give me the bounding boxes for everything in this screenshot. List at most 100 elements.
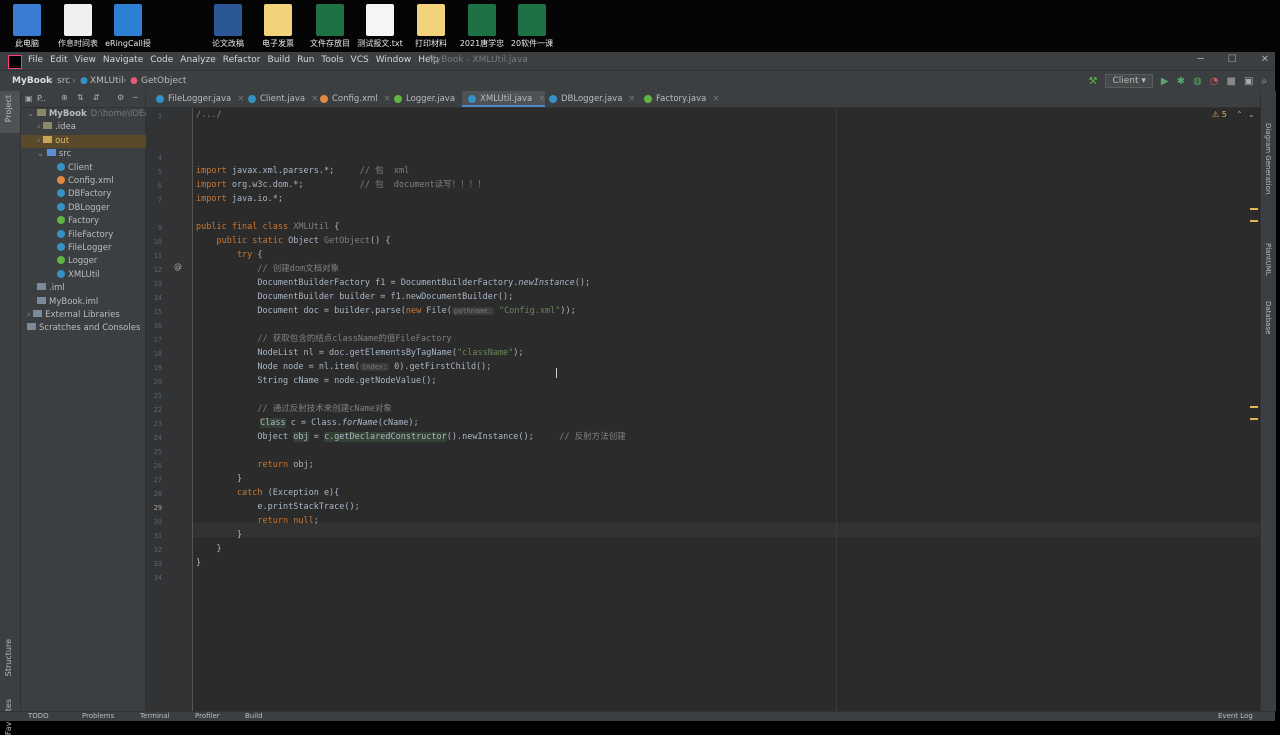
tab-client-java[interactable]: Client.java × [242,91,318,107]
tab-xmlutil-java[interactable]: XMLUtil.java × [462,91,546,107]
project-view-select[interactable]: P.. [37,94,46,103]
tree-item[interactable]: .iml [37,282,65,295]
code-line[interactable]: catch (Exception e){ [196,486,339,500]
desktop-shortcut[interactable]: 论文改稿 [203,4,253,50]
tree-item[interactable]: › .idea [37,121,76,134]
scroll-marker[interactable] [1250,220,1258,222]
scroll-marker[interactable] [1250,406,1258,408]
tree-item[interactable]: Factory [57,215,99,228]
code-line[interactable]: public static Object GetObject() { [196,234,390,248]
tool-tab-project[interactable]: Project [4,95,13,122]
warnings-indicator[interactable]: ⚠ 5 [1212,110,1227,119]
code-line[interactable]: return null; [196,514,318,528]
desktop-shortcut[interactable]: 2021唐学忠 [457,4,507,50]
menu-vcs[interactable]: VCS [351,55,369,65]
code-line[interactable]: import javax.xml.parsers.*; // 包 xml [196,164,409,178]
project-structure-icon[interactable]: ▣ [1244,76,1253,87]
desktop-shortcut[interactable]: 打印材料 [406,4,456,50]
tab-dblogger-java[interactable]: DBLogger.java × [543,91,636,107]
run-config-select[interactable]: Client ▾ [1105,74,1153,88]
menu-analyze[interactable]: Analyze [180,55,215,65]
code-line[interactable]: Document doc = builder.parse(new File(pa… [196,304,575,318]
breadcrumb-method[interactable]: GetObject [141,76,186,86]
menu-tools[interactable]: Tools [321,55,343,65]
code-line[interactable]: } [196,528,242,542]
search-icon[interactable]: ⌕ [1261,76,1267,87]
debug-icon[interactable]: ✱ [1177,76,1185,87]
menu-file[interactable]: File [28,55,43,65]
tree-item[interactable]: FileLogger [57,242,112,255]
prev-highlight-icon[interactable]: ⌃ [1236,110,1243,119]
desktop-shortcut[interactable]: 此电脑 [2,4,52,50]
tree-item[interactable]: › External Libraries [27,309,120,322]
breadcrumb-folder[interactable]: src [57,76,70,86]
tree-item[interactable]: XMLUtil [57,269,100,282]
hide-panel-icon[interactable]: ─ [133,93,138,102]
close-icon[interactable]: ✕ [1261,54,1269,65]
tool-tab-event-log[interactable]: Event Log [1218,712,1253,720]
tree-item[interactable]: Scratches and Consoles [27,322,140,335]
expand-all-icon[interactable]: ⇵ [93,93,100,102]
desktop-shortcut[interactable]: 电子发票 [253,4,303,50]
tree-item[interactable]: FileFactory [57,229,113,242]
coverage-icon[interactable]: ◍ [1193,76,1202,87]
tab-config-xml[interactable]: Config.xml × [314,91,391,107]
code-line[interactable]: NodeList nl = doc.getElementsByTagName("… [196,346,523,360]
gear-icon[interactable]: ⚙ [117,93,124,102]
tree-item[interactable]: DBFactory [57,188,111,201]
menu-run[interactable]: Run [297,55,314,65]
minimize-icon[interactable]: ─ [1198,54,1204,65]
code-line[interactable]: /.../ [196,108,222,122]
profile-icon[interactable]: ◔ [1210,76,1219,87]
menu-edit[interactable]: Edit [50,55,67,65]
tool-tab-structure[interactable]: Structure [4,639,13,676]
tool-tab-plantuml[interactable]: PlantUML [1264,243,1272,276]
code-line[interactable]: return obj; [196,458,313,472]
code-line[interactable]: Object obj = c.getDeclaredConstructor().… [196,430,626,444]
tool-tab-terminal[interactable]: Terminal [140,712,170,720]
desktop-shortcut[interactable]: 测试报文.txt [355,4,405,50]
collapse-all-icon[interactable]: ⇅ [77,93,84,102]
menu-code[interactable]: Code [150,55,173,65]
close-tab-icon[interactable]: × [628,94,635,104]
tree-item[interactable]: ⌄ MyBook D:\home\IDEA\ [27,108,153,121]
menu-build[interactable]: Build [268,55,291,65]
scroll-marker[interactable] [1250,208,1258,210]
tree-item[interactable]: DBLogger [57,202,110,215]
desktop-shortcut[interactable]: 文件存放目 [305,4,355,50]
code-line[interactable]: public final class XMLUtil { [196,220,339,234]
code-line[interactable]: } [196,472,242,486]
tool-tab-build[interactable]: Build [245,712,263,720]
menu-refactor[interactable]: Refactor [223,55,261,65]
tab-filelogger-java[interactable]: FileLogger.java × [150,91,244,107]
scroll-marker[interactable] [1250,418,1258,420]
tab-factory-java[interactable]: Factory.java × [638,91,719,107]
tree-item[interactable]: MyBook.iml [37,296,98,309]
tab-logger-java[interactable]: Logger.java× [388,91,468,107]
tree-item[interactable]: Logger [57,255,97,268]
code-line[interactable]: // 通过反射技术来创建cName对象 [196,402,391,416]
tool-tab-profiler[interactable]: Profiler [195,712,220,720]
tool-tab-todo[interactable]: TODO [28,712,49,720]
tool-tab-diagram-generation[interactable]: Diagram Generation [1264,123,1272,194]
code-line[interactable]: Class c = Class.forName(cName); [196,416,419,430]
close-tab-icon[interactable]: × [712,94,719,104]
expand-arrow-icon[interactable]: ⌄ [27,109,37,119]
code-line[interactable]: } [196,542,221,556]
code-line[interactable]: } [196,556,201,570]
build-hammer-icon[interactable]: ⚒ [1089,76,1098,87]
breadcrumb-project[interactable]: MyBook [12,76,52,86]
desktop-shortcut[interactable]: eRingCall授 [103,4,153,50]
tool-tab-database[interactable]: Database [1264,301,1272,334]
next-highlight-icon[interactable]: ⌄ [1248,110,1255,119]
run-icon[interactable]: ▶ [1161,76,1169,87]
override-marker-icon[interactable]: @ [174,262,182,271]
tree-item[interactable]: Client [57,162,93,175]
code-line[interactable]: String cName = node.getNodeValue(); [196,374,436,388]
code-line[interactable]: // 获取包含的结点className的值FileFactory [196,332,451,346]
code-line[interactable]: import org.w3c.dom.*; // 包 document读写！！！… [196,178,486,192]
desktop-shortcut[interactable]: 作息时间表 [53,4,103,50]
desktop-shortcut[interactable]: 20软件一课 [507,4,557,50]
tool-tab-problems[interactable]: Problems [82,712,114,720]
locate-icon[interactable]: ⊕ [61,93,68,102]
